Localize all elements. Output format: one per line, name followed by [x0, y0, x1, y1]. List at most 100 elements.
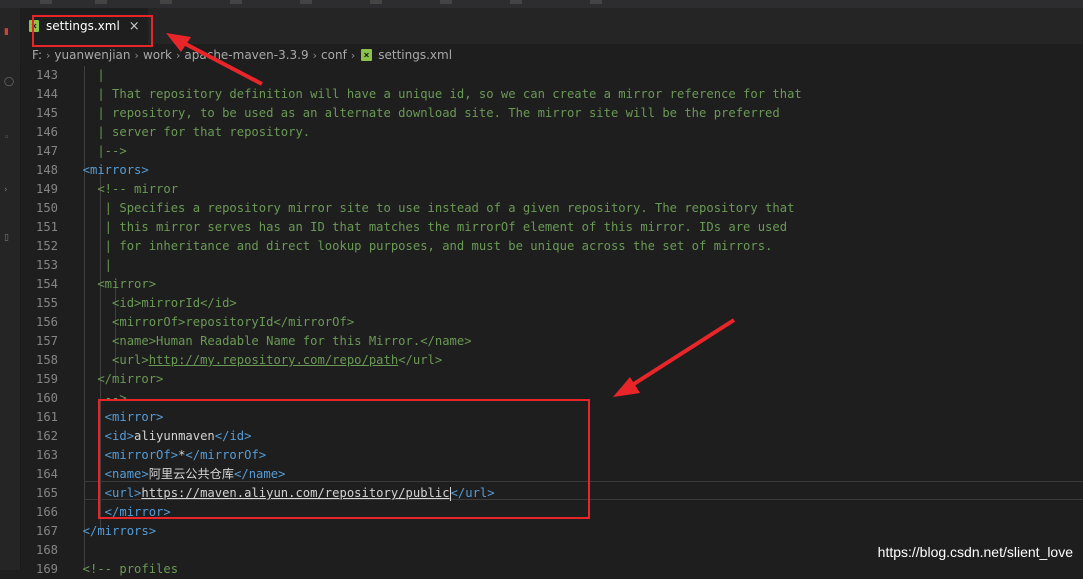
code-token: | repository, to be used as an alternate…: [68, 106, 780, 120]
code-line[interactable]: 148 <mirrors>: [20, 161, 1083, 180]
tab-bar: settings.xml ×: [20, 8, 1083, 44]
code-line[interactable]: 159 </mirror>: [20, 370, 1083, 389]
line-content: | for inheritance and direct lookup purp…: [68, 237, 773, 256]
code-token: <mirror>: [68, 410, 164, 424]
line-number: 157: [35, 334, 58, 348]
xml-file-icon: [29, 20, 39, 32]
search-icon[interactable]: ◯: [4, 78, 14, 87]
line-number: 158: [35, 353, 58, 367]
code-editor[interactable]: 143 | 144 | That repository definition wi…: [20, 66, 1083, 576]
code-token: <!-- mirror: [68, 182, 179, 196]
line-content: | That repository definition will have a…: [68, 85, 802, 104]
code-line[interactable]: 154 <mirror>: [20, 275, 1083, 294]
line-content: </mirror>: [68, 503, 171, 522]
code-line[interactable]: 155 <id>mirrorId</id>: [20, 294, 1083, 313]
code-token: -->: [68, 391, 127, 405]
code-token: </mirrors>: [68, 524, 157, 538]
watermark: https://blog.csdn.net/slient_love: [877, 544, 1073, 560]
code-line[interactable]: 149 <!-- mirror: [20, 180, 1083, 199]
code-line[interactable]: 160 -->: [20, 389, 1083, 408]
close-icon[interactable]: ×: [129, 19, 140, 34]
breadcrumb-item-folder[interactable]: apache-maven-3.3.9: [184, 48, 308, 62]
code-line[interactable]: 162 <id>aliyunmaven</id>: [20, 427, 1083, 446]
line-content: <url>https://maven.aliyun.com/repository…: [68, 484, 495, 503]
breadcrumb-item-folder[interactable]: conf: [321, 48, 347, 62]
line-number: 161: [35, 410, 58, 424]
line-content: <mirrors>: [68, 161, 149, 180]
line-number: 155: [35, 296, 58, 310]
code-line[interactable]: 152 | for inheritance and direct lookup …: [20, 237, 1083, 256]
code-line[interactable]: 151 | this mirror serves has an ID that …: [20, 218, 1083, 237]
breadcrumb-item-drive[interactable]: F:: [32, 48, 42, 62]
explorer-icon[interactable]: ▮: [4, 28, 12, 37]
code-token: <mirrorOf>repositoryId</mirrorOf>: [68, 315, 355, 329]
tab-settings-xml[interactable]: settings.xml ×: [20, 8, 148, 44]
breadcrumb-item-folder[interactable]: work: [143, 48, 172, 62]
chevron-right-icon: ›: [46, 48, 51, 62]
code-line[interactable]: 166 </mirror>: [20, 503, 1083, 522]
line-number: 156: [35, 315, 58, 329]
code-token: | That repository definition will have a…: [68, 87, 802, 101]
line-content: | Specifies a repository mirror site to …: [68, 199, 795, 218]
chevron-right-icon: ›: [175, 48, 181, 62]
code-line[interactable]: 157 <name>Human Readable Name for this M…: [20, 332, 1083, 351]
window-top-strip: [0, 0, 1083, 8]
line-content: <!-- mirror: [68, 180, 178, 199]
code-token: | Specifies a repository mirror site to …: [68, 201, 795, 215]
line-content: | this mirror serves has an ID that matc…: [68, 218, 787, 237]
xml-file-icon: [361, 49, 373, 61]
breadcrumb-item-file[interactable]: settings.xml: [378, 48, 452, 62]
code-line[interactable]: 158 <url>http://my.repository.com/repo/p…: [20, 351, 1083, 370]
code-line[interactable]: 146 | server for that repository.: [20, 123, 1083, 142]
code-token: </mirror>: [68, 505, 171, 519]
line-content: <id>mirrorId</id>: [68, 294, 237, 313]
line-content: | server for that repository.: [68, 123, 310, 142]
line-number: 166: [35, 505, 58, 519]
code-line[interactable]: 153 |: [20, 256, 1083, 275]
code-line[interactable]: 145 | repository, to be used as an alter…: [20, 104, 1083, 123]
code-line[interactable]: 144 | That repository definition will ha…: [20, 85, 1083, 104]
line-number: 144: [35, 87, 58, 101]
line-number: 163: [35, 448, 58, 462]
code-token: <name>: [68, 467, 149, 481]
line-content: <name>Human Readable Name for this Mirro…: [68, 332, 472, 351]
code-token: <mirrorOf>: [68, 448, 179, 462]
line-number: 152: [35, 239, 58, 253]
code-line[interactable]: 163 <mirrorOf>*</mirrorOf>: [20, 446, 1083, 465]
line-content: <url>http://my.repository.com/repo/path<…: [68, 351, 442, 370]
breadcrumb-item-folder[interactable]: yuanwenjian: [54, 48, 130, 62]
code-line[interactable]: 164 <name>阿里云公共仓库</name>: [20, 465, 1083, 484]
line-number: 159: [35, 372, 58, 386]
line-number: 153: [35, 258, 58, 272]
code-token: </mirror>: [68, 372, 164, 386]
line-number: 164: [35, 467, 58, 481]
extensions-icon[interactable]: ▯: [4, 234, 12, 243]
chevron-right-icon: ›: [134, 48, 139, 62]
line-number: 147: [35, 144, 58, 158]
code-token: </name>: [234, 467, 286, 481]
code-line[interactable]: 165 <url>https://maven.aliyun.com/reposi…: [20, 484, 1083, 503]
code-line[interactable]: 161 <mirror>: [20, 408, 1083, 427]
line-content: | repository, to be used as an alternate…: [68, 104, 780, 123]
code-line[interactable]: 143 |: [20, 66, 1083, 85]
line-number: 151: [35, 220, 58, 234]
line-content: |: [68, 66, 104, 85]
code-token: <id>: [68, 429, 135, 443]
code-line[interactable]: 147 |-->: [20, 142, 1083, 161]
code-token: | this mirror serves has an ID that matc…: [68, 220, 788, 234]
code-token: </id>: [214, 429, 252, 443]
run-icon[interactable]: ›: [4, 186, 12, 195]
activity-bar: ▮ ◯ ◦ › ▯: [0, 8, 21, 570]
line-number: 162: [35, 429, 58, 443]
code-line[interactable]: 156 <mirrorOf>repositoryId</mirrorOf>: [20, 313, 1083, 332]
source-control-icon[interactable]: ◦: [4, 134, 12, 143]
code-line[interactable]: 150 | Specifies a repository mirror site…: [20, 199, 1083, 218]
line-number: 165: [35, 486, 58, 500]
url-text: https://maven.aliyun.com/repository/publ…: [141, 486, 450, 500]
code-token: </url>: [450, 486, 495, 500]
line-number: 167: [35, 524, 58, 538]
code-line[interactable]: 167 </mirrors>: [20, 522, 1083, 541]
code-token: <url>: [68, 353, 149, 367]
line-content: </mirrors>: [68, 522, 156, 541]
chevron-right-icon: ›: [350, 48, 356, 62]
